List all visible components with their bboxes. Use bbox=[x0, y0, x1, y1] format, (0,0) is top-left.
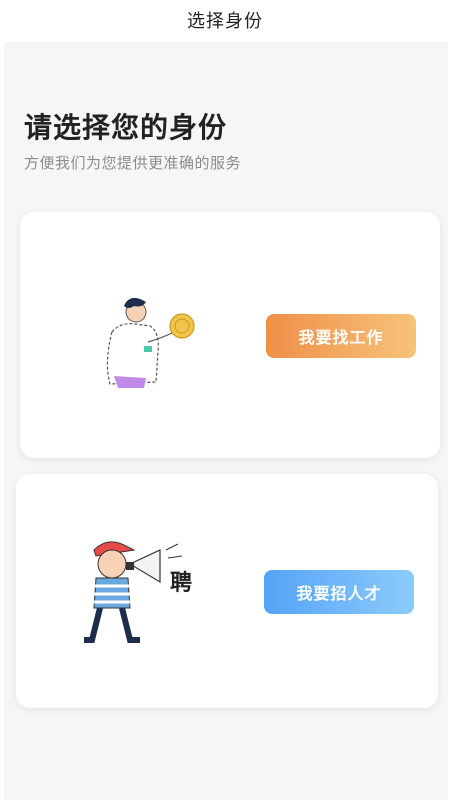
page-title: 选择身份 bbox=[187, 11, 263, 32]
find-job-button[interactable]: 我要找工作 bbox=[266, 314, 416, 358]
hire-character: 聘 bbox=[170, 571, 192, 596]
identity-heading: 请选择您的身份 bbox=[24, 111, 228, 144]
recruiter-megaphone-illustration: 聘 bbox=[84, 541, 192, 643]
nav-bar: 选择身份 bbox=[0, 0, 450, 40]
identity-subtitle: 方便我们为您提供更准确的服务 bbox=[24, 154, 242, 172]
recruit-talent-button[interactable]: 我要招人才 bbox=[264, 570, 414, 614]
job-seeker-illustration bbox=[106, 297, 195, 388]
job-seeker-card[interactable]: 我要找工作 bbox=[20, 212, 440, 458]
recruiter-card[interactable]: 聘 我要招人才 bbox=[16, 474, 438, 708]
main-content: 请选择您的身份 方便我们为您提供更准确的服务 我要找工作 聘 我要招人才 bbox=[4, 42, 448, 800]
